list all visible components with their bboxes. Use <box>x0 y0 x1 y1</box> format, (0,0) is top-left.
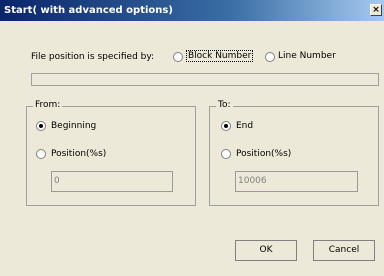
file-position-label: File position is specified by: <box>31 52 155 62</box>
close-button[interactable]: × <box>370 4 382 16</box>
window-title: Start( with advanced options) <box>4 5 173 16</box>
line-number-label[interactable]: Line Number <box>278 51 336 61</box>
to-position-input[interactable]: 10006 <box>235 171 358 192</box>
to-position-value: 10006 <box>238 176 267 186</box>
title-bar: Start( with advanced options) × <box>0 0 384 21</box>
file-position-bar <box>31 73 379 86</box>
from-beginning-label[interactable]: Beginning <box>51 121 96 131</box>
from-position-radio[interactable] <box>36 149 46 159</box>
from-position-value: 0 <box>54 176 60 186</box>
to-end-radio[interactable] <box>221 121 231 131</box>
block-number-radio[interactable] <box>173 52 183 62</box>
from-group-title: From: <box>33 100 63 110</box>
to-position-radio[interactable] <box>221 149 231 159</box>
block-number-label[interactable]: Block Number <box>186 50 254 62</box>
cancel-button[interactable]: Cancel <box>313 240 375 261</box>
ok-button[interactable]: OK <box>235 240 297 261</box>
to-end-label[interactable]: End <box>236 121 253 131</box>
line-number-radio[interactable] <box>265 52 275 62</box>
to-group-title: To: <box>216 100 233 110</box>
from-position-input[interactable]: 0 <box>51 171 173 192</box>
close-icon: × <box>372 5 380 15</box>
start-advanced-dialog: Start( with advanced options) × File pos… <box>0 0 384 276</box>
from-beginning-radio[interactable] <box>36 121 46 131</box>
to-position-label[interactable]: Position(%s) <box>236 149 291 159</box>
from-position-label[interactable]: Position(%s) <box>51 149 106 159</box>
